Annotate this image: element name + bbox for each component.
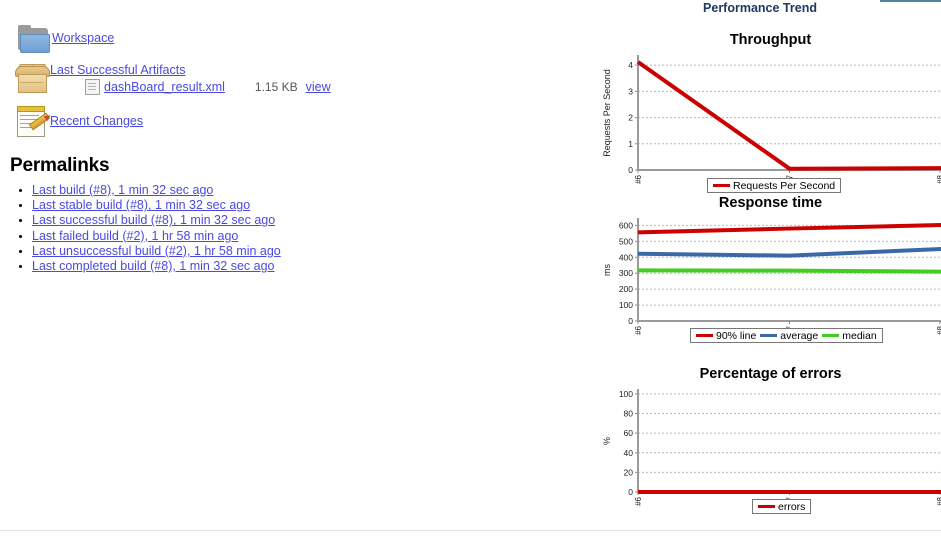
- x-tick-label: #6: [634, 325, 643, 334]
- y-tick-label: 0: [628, 487, 633, 497]
- y-tick-label: 300: [619, 268, 633, 278]
- chart-svg: 0100200300400500600#6#7#8ms: [602, 218, 941, 335]
- folder-icon: [16, 22, 52, 58]
- legend-item: Requests Per Second: [713, 180, 835, 192]
- series-line: [636, 60, 941, 171]
- recent-changes-row[interactable]: Recent Changes: [14, 102, 143, 138]
- permalink-last-stable-build[interactable]: Last stable build (#8), 1 min 32 sec ago: [32, 198, 250, 212]
- legend-swatch: [696, 334, 713, 337]
- list-item: Last build (#8), 1 min 32 sec ago: [32, 183, 281, 198]
- chart-title: Percentage of errors: [699, 366, 842, 382]
- legend-label: median: [842, 329, 877, 342]
- list-item: Last successful build (#8), 1 min 32 sec…: [32, 213, 281, 228]
- chart-plot-area: 01234#6#7#8Requests Per Second: [600, 48, 941, 198]
- x-tick-label: #6: [634, 496, 643, 505]
- workspace-row[interactable]: Workspace: [16, 22, 114, 58]
- artifact-file-link[interactable]: dashBoard_result.xml: [104, 80, 225, 94]
- y-tick-label: 100: [619, 389, 633, 399]
- x-tick-label: #8: [936, 174, 941, 183]
- legend-label: Requests Per Second: [733, 179, 836, 192]
- chart-svg: 020406080100#6#7#8%: [602, 389, 941, 506]
- y-tick-label: 1: [628, 139, 633, 149]
- y-tick-label: 2: [628, 113, 633, 123]
- footer-strip: [0, 531, 941, 538]
- list-item: Last unsuccessful build (#2), 1 hr 58 mi…: [32, 244, 281, 259]
- legend-item: 90% line: [696, 330, 756, 342]
- x-tick-label: #8: [936, 496, 941, 505]
- y-tick-label: 4: [628, 60, 633, 70]
- list-item: Last stable build (#8), 1 min 32 sec ago: [32, 198, 281, 213]
- legend-swatch: [822, 334, 840, 337]
- y-tick-label: 100: [619, 300, 633, 310]
- chart-legend: Requests Per Second: [707, 178, 842, 193]
- artifact-size-label: 1.15 KB: [254, 80, 298, 94]
- permalinks-list: Last build (#8), 1 min 32 sec ago Last s…: [10, 183, 281, 274]
- permalink-last-successful-build[interactable]: Last successful build (#8), 1 min 32 sec…: [32, 213, 275, 227]
- y-axis-title: %: [602, 437, 612, 445]
- legend-item: median: [822, 329, 877, 342]
- errors-chart: Percentage of errors 020406080100#6#7#8%…: [600, 366, 941, 514]
- y-tick-label: 60: [624, 428, 634, 438]
- y-tick-label: 40: [624, 448, 634, 458]
- legend-swatch: [713, 184, 730, 187]
- recent-changes-link[interactable]: Recent Changes: [50, 114, 143, 128]
- y-tick-label: 600: [619, 220, 633, 230]
- list-item: Last completed build (#8), 1 min 32 sec …: [32, 259, 281, 274]
- permalink-last-completed-build[interactable]: Last completed build (#8), 1 min 32 sec …: [32, 259, 275, 273]
- chart-title: Response time: [718, 195, 823, 211]
- y-axis-title: Requests Per Second: [602, 69, 612, 157]
- list-item: Last failed build (#2), 1 hr 58 min ago: [32, 229, 281, 244]
- chart-axes: [637, 55, 941, 171]
- performance-trend-panel: Performance Trend Throughput 01234#6#7#8…: [600, 0, 941, 538]
- y-tick-label: 0: [628, 316, 633, 326]
- x-tick-label: #6: [634, 174, 643, 183]
- legend-swatch: [760, 334, 778, 337]
- chart-plot-area: 020406080100#6#7#8%: [600, 382, 941, 512]
- series-line: [637, 246, 941, 258]
- legend-item: average: [760, 330, 818, 342]
- box-icon: [14, 60, 50, 96]
- notepad-pencil-icon: [14, 102, 53, 138]
- workspace-link[interactable]: Workspace: [52, 31, 114, 45]
- chart-svg: 01234#6#7#8Requests Per Second: [602, 55, 941, 184]
- build-info-panel: Workspace Last Successful Artifacts dash…: [0, 0, 600, 538]
- permalinks-heading: Permalinks: [10, 155, 110, 176]
- chart-legend: 90% line average median: [690, 328, 883, 343]
- x-tick-label: #8: [936, 325, 941, 334]
- xml-file-icon: [85, 79, 100, 95]
- artifact-file-row: dashBoard_result.xml 1.15 KB view: [85, 79, 331, 95]
- y-tick-label: 3: [628, 86, 633, 96]
- chart-plot-area: 0100200300400500600#6#7#8ms: [600, 211, 941, 341]
- y-tick-label: 0: [628, 165, 633, 175]
- permalink-last-unsuccessful-build[interactable]: Last unsuccessful build (#2), 1 hr 58 mi…: [32, 244, 281, 258]
- legend-label: 90% line: [716, 329, 757, 342]
- artifact-view-link[interactable]: view: [306, 80, 331, 94]
- legend-swatch: [758, 505, 775, 508]
- throughput-chart: Throughput 01234#6#7#8Requests Per Secon…: [600, 32, 941, 198]
- y-tick-label: 400: [619, 252, 633, 262]
- y-axis-title: ms: [602, 264, 612, 276]
- performance-trend-title: Performance Trend: [703, 1, 817, 15]
- response-time-chart: Response time 0100200300400500600#6#7#8m…: [600, 195, 941, 343]
- permalink-last-build[interactable]: Last build (#8), 1 min 32 sec ago: [32, 183, 213, 197]
- y-tick-label: 200: [619, 284, 633, 294]
- last-successful-artifacts-link[interactable]: Last Successful Artifacts: [50, 63, 185, 77]
- chart-legend: errors: [752, 499, 812, 514]
- chart-title: Throughput: [729, 32, 812, 48]
- legend-item: errors: [758, 501, 805, 513]
- page-root: Workspace Last Successful Artifacts dash…: [0, 0, 941, 538]
- legend-label: errors: [778, 500, 806, 513]
- y-tick-label: 80: [624, 409, 634, 419]
- y-tick-label: 500: [619, 236, 633, 246]
- y-tick-label: 20: [624, 467, 634, 477]
- legend-label: average: [780, 329, 819, 342]
- series-line: [637, 268, 941, 274]
- series-line: [637, 223, 941, 235]
- permalink-last-failed-build[interactable]: Last failed build (#2), 1 hr 58 min ago: [32, 229, 238, 243]
- chart-axes: [637, 389, 941, 493]
